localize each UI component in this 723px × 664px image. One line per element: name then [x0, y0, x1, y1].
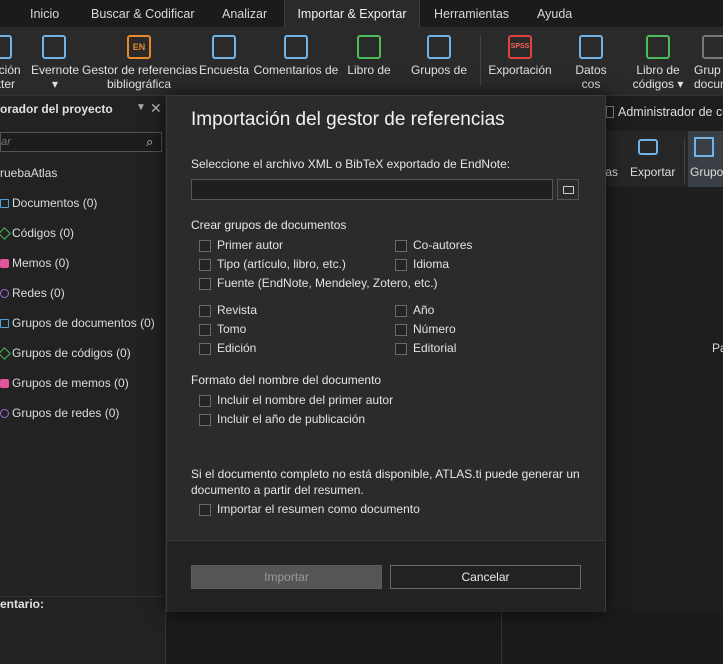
tree-item-documents[interactable]: Documentos (0): [0, 196, 97, 214]
search-icon[interactable]: ⌕: [146, 134, 153, 150]
project-explorer-panel: orador del proyecto ▼ ✕ ar ⌕ ruebaAtlas …: [0, 97, 166, 664]
tree-item-network-groups[interactable]: Grupos de redes (0): [0, 406, 119, 424]
close-icon[interactable]: ✕: [150, 100, 162, 117]
bottom-panel-background: [166, 610, 723, 664]
manager-export-button[interactable]: Exportar: [628, 131, 678, 187]
evernote-icon: [42, 35, 66, 59]
tree-item-memo-groups[interactable]: Grupos de memos (0): [0, 376, 129, 394]
code-icon: [0, 227, 11, 240]
tab-ayuda[interactable]: Ayuda: [537, 0, 572, 28]
groups-export-icon: [702, 35, 723, 59]
tree-item-networks[interactable]: Redes (0): [0, 286, 65, 304]
tree-item-document-groups[interactable]: Grupos de documentos (0): [0, 316, 155, 334]
project-root-item[interactable]: ruebaAtlas: [0, 166, 57, 184]
tree-item-code-groups[interactable]: Grupos de códigos (0): [0, 346, 131, 364]
tab-importar-exportar[interactable]: Importar & Exportar: [284, 0, 420, 28]
dialog-title: Importación del gestor de referencias: [191, 109, 505, 130]
groups-import-icon: [427, 35, 451, 59]
project-explorer-title: orador del proyecto: [0, 102, 113, 116]
manager-toolbar-separator: [684, 139, 685, 183]
code-group-icon: [0, 347, 11, 360]
ribbon-reference-manager-button[interactable]: EN Gestor de referencias bibliográfica: [82, 28, 197, 96]
comments-icon: [284, 35, 308, 59]
code-manager-tab[interactable]: Administrador de có: [606, 105, 723, 127]
name-format-section-title: Formato del nombre del documento: [191, 373, 382, 387]
export-icon: [638, 139, 658, 155]
reference-manager-icon: EN: [127, 35, 151, 59]
ribbon-groups-export-button[interactable]: Grupdocum: [694, 28, 723, 96]
tree-item-codes[interactable]: Códigos (0): [0, 226, 74, 244]
document-group-icon: [0, 319, 9, 328]
dialog-footer: Importar Cancelar: [167, 540, 605, 612]
bottom-panel-divider: [501, 610, 502, 664]
code-manager-icon: [606, 106, 614, 118]
memo-icon: [0, 259, 9, 268]
ribbon-survey-button[interactable]: Encuesta: [198, 28, 250, 96]
spss-export-icon: SPSS: [508, 35, 532, 59]
comment-label: entario:: [0, 597, 45, 611]
import-button[interactable]: Importar: [191, 565, 382, 589]
ribbon-twitter-button[interactable]: acióntter: [0, 28, 28, 96]
survey-icon: [212, 35, 236, 59]
file-select-label: Seleccione el archivo XML o BibTeX expor…: [191, 157, 511, 171]
codebook-import-icon: [357, 35, 381, 59]
reference-manager-import-dialog: Importación del gestor de referencias Se…: [166, 95, 606, 612]
ribbon-evernote-button[interactable]: Evernote ▾: [30, 28, 80, 96]
ribbon-data-export-button[interactable]: Datos cos: [566, 28, 616, 96]
tab-buscar-codificar[interactable]: Buscar & Codificar: [91, 0, 195, 28]
document-icon: [0, 199, 9, 208]
abstract-note-line2: documento a partir del resumen.: [191, 483, 364, 497]
ribbon-groups-import-button[interactable]: Grupos de: [408, 28, 470, 96]
ribbon-toolbar: acióntter Evernote▾ EN Gestor de referen…: [0, 28, 723, 96]
ribbon-codebook-export-button[interactable]: Libro de códigos ▾: [630, 28, 686, 96]
manager-toolbar: tas Exportar Grupo: [606, 131, 723, 187]
ribbon-separator: [480, 36, 481, 86]
codebook-export-icon: [646, 35, 670, 59]
ribbon-codebook-import-button[interactable]: Libro de: [344, 28, 394, 96]
project-search-input[interactable]: ar ⌕: [0, 132, 162, 152]
network-group-icon: [0, 409, 9, 418]
manager-groups-button[interactable]: Grupo: [688, 131, 723, 187]
groups-section-title: Crear grupos de documentos: [191, 218, 347, 232]
manager-toolbar-partial-button[interactable]: tas: [606, 131, 622, 187]
project-explorer-header: orador del proyecto ▼ ✕: [0, 100, 166, 120]
comment-pane: entario:: [0, 596, 166, 664]
workspace-text: Pa: [712, 341, 723, 355]
ribbon-spss-export-button[interactable]: SPSS Exportación: [486, 28, 554, 96]
tree-item-memos[interactable]: Memos (0): [0, 256, 69, 274]
memo-group-icon: [0, 379, 9, 388]
file-path-input[interactable]: [191, 179, 553, 200]
tab-inicio[interactable]: Inicio: [30, 0, 59, 28]
data-export-icon: [579, 35, 603, 59]
folder-icon: [563, 186, 574, 194]
network-icon: [0, 289, 9, 298]
groups-panel-icon: [694, 137, 714, 157]
menu-tabbar: Inicio Buscar & Codificar Analizar Impor…: [0, 0, 723, 28]
ribbon-comments-button[interactable]: Comentarios de: [252, 28, 340, 96]
chevron-down-icon[interactable]: ▼: [136, 102, 146, 113]
tab-analizar[interactable]: Analizar: [222, 0, 267, 28]
browse-file-button[interactable]: [557, 179, 579, 200]
abstract-note-line1: Si el documento completo no está disponi…: [191, 467, 580, 481]
twitter-import-icon: [0, 35, 12, 59]
tab-herramientas[interactable]: Herramientas: [434, 0, 509, 28]
cancel-button[interactable]: Cancelar: [390, 565, 581, 589]
